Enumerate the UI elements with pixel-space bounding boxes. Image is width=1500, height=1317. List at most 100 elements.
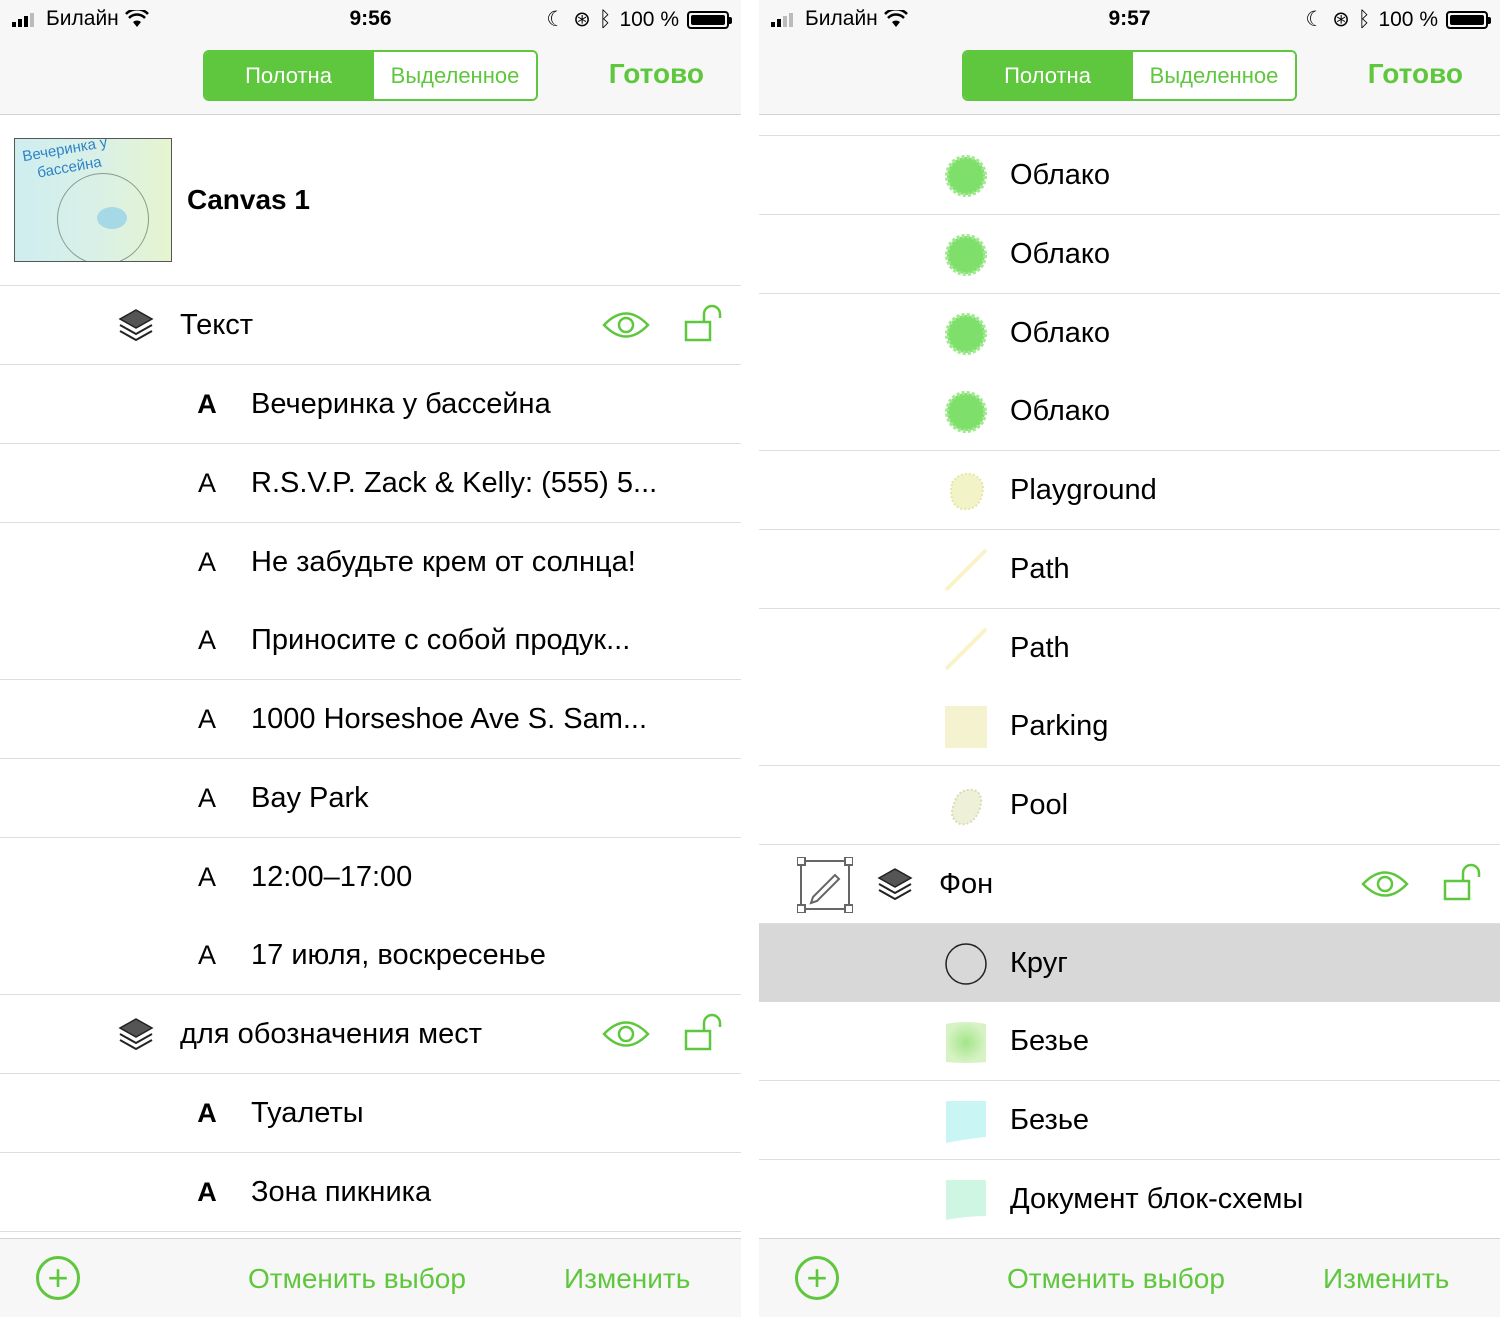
object-label: Path <box>1010 631 1070 664</box>
battery-percent: 100 % <box>1378 7 1438 31</box>
text-item-row[interactable]: A Приносите с собой продук... <box>0 601 741 680</box>
canvas-row[interactable]: Вечеринка у бассейна Canvas 1 <box>0 115 741 286</box>
blob-icon <box>950 473 984 511</box>
right-screen: Билайн 9:57 ☾ ⊛ ᛒ 100 % Полотна Выделенн… <box>759 0 1500 1317</box>
bezier-green-icon <box>946 1022 986 1063</box>
cloud-icon <box>945 234 987 276</box>
add-button[interactable]: + <box>795 1256 839 1300</box>
status-right: ☾ ⊛ ᛒ 100 % <box>1305 7 1491 32</box>
tab-selected[interactable]: Выделенное <box>372 52 536 99</box>
object-label: Безье <box>1010 1103 1090 1136</box>
circle-icon <box>945 943 987 985</box>
item-label: 1000 Horseshoe Ave S. Sam... <box>251 702 648 735</box>
object-row[interactable]: Облако <box>759 372 1500 451</box>
text-item-row[interactable]: A Не забудьте крем от солнца! <box>0 523 741 602</box>
eye-icon[interactable] <box>602 310 650 340</box>
object-label: Безье <box>1010 1024 1090 1057</box>
tab-canvases[interactable]: Полотна <box>964 52 1131 99</box>
deselect-button[interactable]: Отменить выбор <box>248 1263 466 1295</box>
layers-list: Вечеринка у бассейна Canvas 1 Текст A Ве… <box>0 115 741 1238</box>
object-label: Playground <box>1010 473 1157 506</box>
cloud-icon <box>945 313 987 355</box>
text-type-icon: A <box>197 624 216 655</box>
text-item-row[interactable]: A 17 июля, воскресенье <box>0 916 741 995</box>
battery-icon <box>687 10 732 29</box>
text-item-row[interactable]: A Bay Park <box>0 759 741 838</box>
bluetooth-icon: ᛒ <box>1357 7 1371 31</box>
text-type-icon: A <box>197 1176 217 1207</box>
text-item-row[interactable]: A Туалеты <box>0 1074 741 1153</box>
edit-button[interactable]: Изменить <box>564 1263 690 1295</box>
object-row[interactable]: Облако <box>759 215 1500 294</box>
layer-label: для обозначения мест <box>180 1017 483 1050</box>
object-label: Облако <box>1010 158 1111 191</box>
object-row[interactable]: Документ блок-схемы <box>759 1160 1500 1238</box>
rotation-lock-icon: ⊛ <box>1332 8 1350 31</box>
document-icon <box>946 1180 986 1220</box>
object-label: Облако <box>1010 394 1111 427</box>
object-row[interactable]: Playground <box>759 451 1500 530</box>
object-row[interactable]: Path <box>759 609 1500 688</box>
battery-icon <box>1446 10 1491 29</box>
moon-icon: ☾ <box>1305 8 1325 31</box>
eye-icon[interactable] <box>602 1019 650 1049</box>
object-label: Pool <box>1010 788 1069 821</box>
layers-icon <box>877 868 913 901</box>
text-item-row[interactable]: A Зона пикника <box>0 1153 741 1232</box>
text-type-icon: A <box>197 861 216 892</box>
layer-label: Фон <box>939 867 994 900</box>
status-bar: Билайн 9:56 ☾ ⊛ ᛒ 100 % <box>0 0 741 38</box>
tab-selected[interactable]: Выделенное <box>1131 52 1295 99</box>
canvas-thumbnail: Вечеринка у бассейна <box>14 138 172 262</box>
item-label: 17 июля, воскресенье <box>251 938 546 971</box>
pool-icon <box>951 788 983 826</box>
item-label: Туалеты <box>251 1096 364 1129</box>
nav-bar: Полотна Выделенное Готово <box>759 38 1500 115</box>
edit-button[interactable]: Изменить <box>1323 1263 1449 1295</box>
bezier-cyan-icon <box>946 1101 986 1143</box>
object-row[interactable]: Parking <box>759 687 1500 766</box>
segmented-control: Полотна Выделенное <box>203 50 538 101</box>
item-label: Не забудьте крем от солнца! <box>251 545 636 578</box>
layer-row-places[interactable]: для обозначения мест <box>0 995 741 1074</box>
text-type-icon: A <box>197 782 216 813</box>
edit-layer-icon[interactable] <box>797 857 853 913</box>
unlock-icon[interactable] <box>684 1013 724 1053</box>
tab-canvases[interactable]: Полотна <box>205 52 372 99</box>
object-label: Path <box>1010 552 1070 585</box>
layer-row-background[interactable]: Фон <box>759 845 1500 924</box>
text-item-row[interactable]: A 1000 Horseshoe Ave S. Sam... <box>0 680 741 759</box>
done-button[interactable]: Готово <box>609 58 704 90</box>
bottom-toolbar: + Отменить выбор Изменить <box>0 1238 741 1317</box>
path-icon <box>944 627 988 671</box>
object-row[interactable] <box>759 115 1500 136</box>
layer-row-text[interactable]: Текст <box>0 286 741 365</box>
object-label: Круг <box>1010 946 1068 979</box>
layers-icon <box>118 1018 154 1051</box>
object-row[interactable]: Облако <box>759 294 1500 373</box>
object-label: Документ блок-схемы <box>1010 1182 1304 1215</box>
object-row[interactable]: Pool <box>759 766 1500 845</box>
divider <box>741 0 759 1317</box>
item-label: Вечеринка у бассейна <box>251 387 551 420</box>
text-item-row[interactable]: A 12:00–17:00 <box>0 838 741 917</box>
text-item-row[interactable]: A Вечеринка у бассейна <box>0 365 741 444</box>
unlock-icon[interactable] <box>1443 863 1483 903</box>
done-button[interactable]: Готово <box>1368 58 1463 90</box>
text-type-icon: A <box>197 939 216 970</box>
text-item-row[interactable]: A R.S.V.P. Zack & Kelly: (555) 5... <box>0 444 741 523</box>
unlock-icon[interactable] <box>684 304 724 344</box>
nav-bar: Полотна Выделенное Готово <box>0 38 741 115</box>
text-type-icon: A <box>197 467 216 498</box>
eye-icon[interactable] <box>1361 869 1409 899</box>
object-row[interactable]: Безье <box>759 1002 1500 1081</box>
text-type-icon: A <box>197 546 216 577</box>
item-label: Приносите с собой продук... <box>251 623 631 656</box>
add-button[interactable]: + <box>36 1256 80 1300</box>
object-row[interactable]: Path <box>759 530 1500 609</box>
object-row[interactable]: Облако <box>759 136 1500 215</box>
object-row[interactable]: Безье <box>759 1081 1500 1160</box>
deselect-button[interactable]: Отменить выбор <box>1007 1263 1225 1295</box>
moon-icon: ☾ <box>546 8 566 31</box>
object-row-selected[interactable]: Круг <box>759 924 1500 1003</box>
